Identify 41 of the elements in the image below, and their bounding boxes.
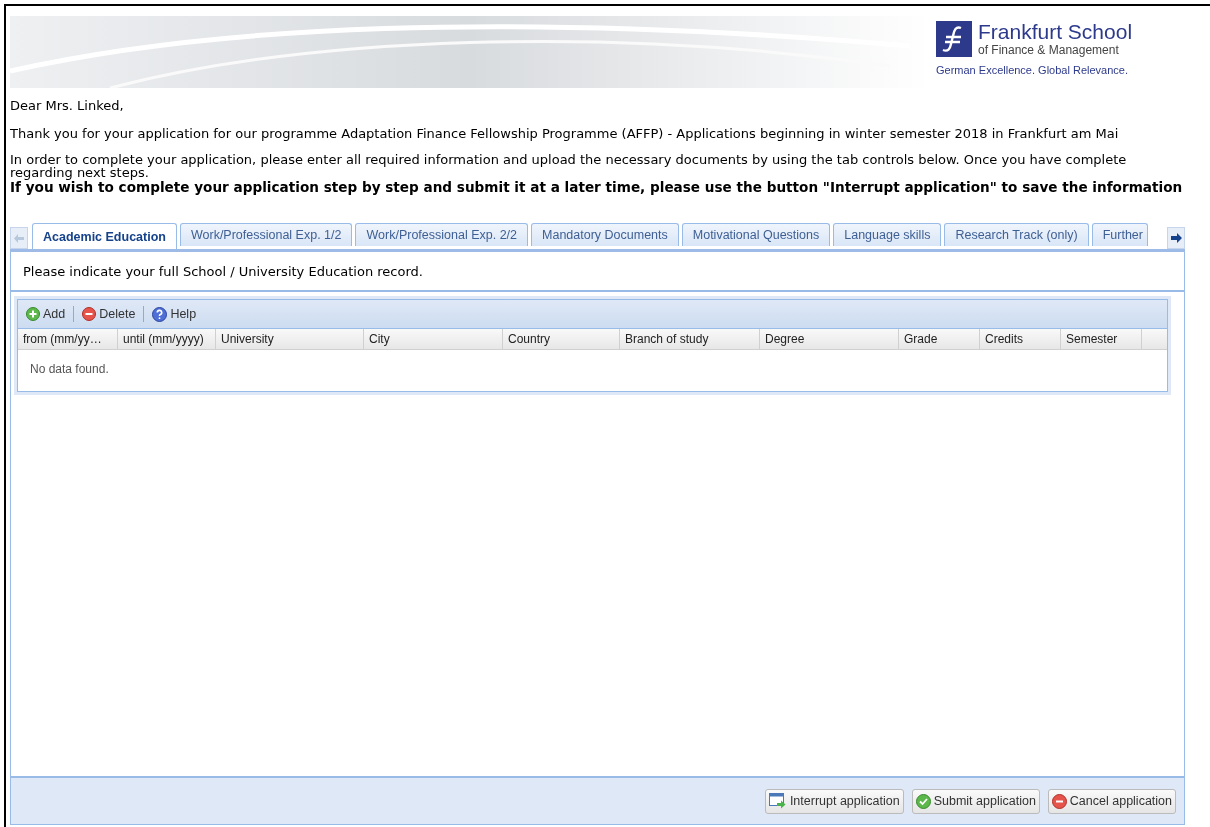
help-icon [152,306,168,322]
column-header[interactable]: Country [503,329,620,349]
tab[interactable]: Work/Professional Exp. 2/2 [355,223,528,246]
tab[interactable]: Research Track (only) [944,223,1089,246]
tab[interactable]: Academic Education [32,223,177,249]
intro-text: Thank you for your application for our programme Adaptation Finance Fellowship Programme (AFFP) - Applications beginning in winter semester 2018 in Frankfurt am Mai [10,126,1120,141]
instructions-text: In order to complete your application, please enter all required information and upload the necessary documents by using the tab controls below. Once you have complete regarding next steps. [10,153,1128,179]
column-header[interactable]: City [364,329,503,349]
scroll-right-button[interactable] [1167,227,1185,249]
footer-button[interactable]: Interrupt application [764,788,904,814]
right-arrow-icon [1170,233,1182,243]
minus-icon [1051,793,1067,809]
toolbar-button[interactable]: Add [24,305,68,323]
column-header[interactable]: Semester [1061,329,1142,349]
tab[interactable]: Motivational Questions [681,223,831,246]
column-header[interactable]: University [216,329,364,349]
toolbar-button[interactable]: Delete [80,305,138,323]
column-header[interactable]: until (mm/yyyy) [118,329,216,349]
left-arrow-icon [14,233,24,243]
tab[interactable]: Language skills [833,223,942,246]
logo-name: Frankfurt School [978,20,1133,43]
greeting-text: Dear Mrs. Linked, [10,98,125,113]
column-header[interactable]: Degree [760,329,899,349]
column-header[interactable]: Grade [899,329,980,349]
minus-icon [82,307,97,321]
tab[interactable]: Work/Professional Exp. 1/2 [179,223,353,246]
logo-subtitle: of Finance & Management [978,43,1120,57]
check-icon [915,793,931,809]
logo-tagline: German Excellence. Global Relevance. [936,64,1128,76]
notice-text: If you wish to complete your application step by step and submit it at a later time, please use the button "Interrupt application" to save the information [10,179,1184,195]
footer-button[interactable]: Cancel application [1047,788,1176,814]
tab[interactable]: Further [1091,223,1148,246]
empty-message: No data found. [29,361,110,378]
panel-instruction-text: Please indicate your full School / University Education record. [11,252,1184,292]
column-header[interactable]: from (mm/yy… [18,329,118,349]
column-header[interactable]: Credits [980,329,1061,349]
toolbar-button[interactable]: Help [150,304,199,324]
column-header[interactable]: Branch of study [620,329,760,349]
tab[interactable]: Mandatory Documents [531,223,679,246]
footer-button[interactable]: Submit application [911,788,1040,814]
plus-icon [26,307,40,321]
